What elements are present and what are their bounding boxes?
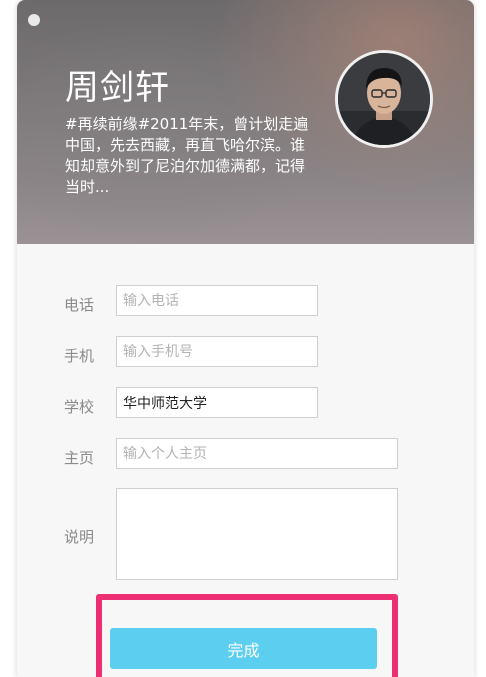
description-textarea[interactable] <box>116 488 398 580</box>
mobile-input[interactable] <box>116 336 318 367</box>
done-button[interactable]: 完成 <box>110 628 377 669</box>
avatar-portrait-icon <box>338 53 430 145</box>
school-label: 学校 <box>64 398 95 416</box>
profile-bio: #再续前缘#2011年末，曾计划走遍中国，先去西藏，再直飞哈尔滨。谁知却意外到了… <box>65 115 309 196</box>
phone-label: 电话 <box>64 296 95 314</box>
phone-input[interactable] <box>116 285 318 316</box>
description-label: 说明 <box>64 528 95 546</box>
profile-card: 周剑轩 #再续前缘#2011年末，曾计划走遍中国，先去西藏，再直飞哈尔滨。谁知却… <box>17 0 474 677</box>
profile-name: 周剑轩 <box>65 68 170 108</box>
school-input[interactable] <box>116 387 318 418</box>
avatar[interactable] <box>335 50 433 148</box>
homepage-input[interactable] <box>116 438 398 469</box>
homepage-label: 主页 <box>64 449 95 467</box>
profile-header: 周剑轩 #再续前缘#2011年末，曾计划走遍中国，先去西藏，再直飞哈尔滨。谁知却… <box>17 0 474 244</box>
mobile-label: 手机 <box>64 347 95 365</box>
window-dot-icon[interactable] <box>28 14 40 26</box>
